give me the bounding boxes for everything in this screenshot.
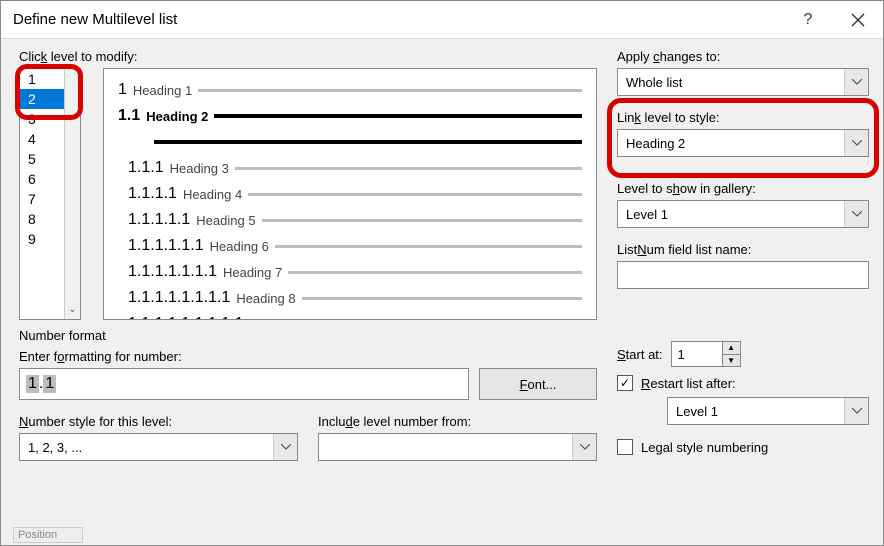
spin-up-button[interactable]: ▲: [722, 342, 740, 355]
include-level-select[interactable]: [318, 433, 597, 461]
chevron-down-icon: [844, 69, 868, 95]
font-button[interactable]: Font...: [479, 368, 597, 400]
preview-row: 1.1.1.1.1.1.1.1.1Heading 9: [128, 311, 582, 320]
start-at-label: Start at:: [617, 347, 663, 362]
number-format-label: Number format: [19, 328, 597, 343]
close-icon: [851, 13, 865, 27]
preview-row: 1.1Heading 2: [118, 103, 582, 129]
preview-row: 1.1.1.1.1.1Heading 6: [128, 233, 582, 259]
preview-row-continuation: [154, 129, 582, 155]
number-format-input[interactable]: 1.1: [19, 368, 469, 400]
start-at-spinner[interactable]: 1 ▲ ▼: [671, 341, 741, 367]
link-level-select[interactable]: Heading 2: [617, 129, 869, 157]
level-scrollbar[interactable]: ⌄: [64, 69, 80, 319]
number-style-label: Number style for this level:: [19, 414, 298, 429]
chevron-down-icon: [572, 434, 596, 460]
listnum-label: ListNum field list name:: [617, 242, 869, 257]
preview-row: 1.1.1.1Heading 4: [128, 181, 582, 207]
titlebar: Define new Multilevel list ?: [1, 1, 883, 39]
enter-formatting-label: Enter formatting for number:: [19, 349, 597, 364]
footer-hint: Position: [13, 527, 83, 543]
preview-row: 1.1.1.1.1.1.1Heading 7: [128, 259, 582, 285]
preview-row: 1.1.1Heading 3: [128, 155, 582, 181]
preview-row: 1Heading 1: [118, 77, 582, 103]
close-button[interactable]: [833, 1, 883, 39]
chevron-down-icon: [844, 130, 868, 156]
chevron-down-icon: [844, 201, 868, 227]
link-level-label: Link level to style:: [617, 110, 869, 125]
include-level-label: Include level number from:: [318, 414, 597, 429]
apply-changes-select[interactable]: Whole list: [617, 68, 869, 96]
list-preview: 1Heading 11.1Heading 21.1.1Heading 31.1.…: [103, 68, 597, 320]
dialog-title: Define new Multilevel list: [13, 11, 783, 28]
chevron-down-icon: ⌄: [68, 304, 76, 319]
restart-label: Restart list after:: [641, 376, 736, 391]
preview-row: 1.1.1.1.1Heading 5: [128, 207, 582, 233]
restart-after-select[interactable]: Level 1: [667, 397, 869, 425]
chevron-down-icon: [273, 434, 297, 460]
number-style-select[interactable]: 1, 2, 3, ...: [19, 433, 298, 461]
preview-row: 1.1.1.1.1.1.1.1Heading 8: [128, 285, 582, 311]
dialog-window: Define new Multilevel list ? Click level…: [0, 0, 884, 546]
chevron-down-icon: [844, 398, 868, 424]
restart-checkbox[interactable]: ✓: [617, 375, 633, 391]
legal-checkbox[interactable]: [617, 439, 633, 455]
level-gallery-label: Level to show in gallery:: [617, 181, 869, 196]
legal-label: Legal style numbering: [641, 440, 768, 455]
help-button[interactable]: ?: [783, 1, 833, 39]
listnum-input[interactable]: [617, 261, 869, 289]
spin-down-button[interactable]: ▼: [722, 355, 740, 367]
level-gallery-select[interactable]: Level 1: [617, 200, 869, 228]
apply-changes-label: Apply changes to:: [617, 49, 869, 64]
click-level-label: Click level to modify:: [19, 49, 597, 64]
level-listbox[interactable]: 123456789 ⌄: [19, 68, 81, 320]
